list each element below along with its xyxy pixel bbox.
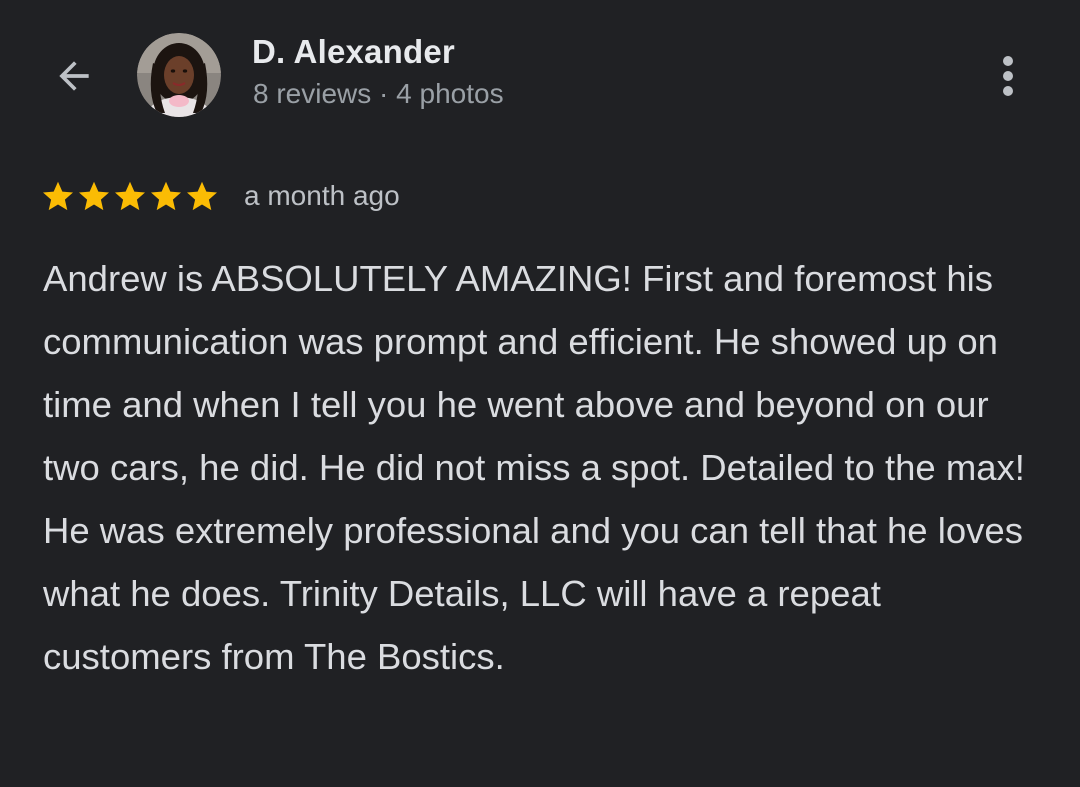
star-rating — [40, 178, 220, 214]
arrow-back-icon — [59, 61, 89, 91]
reviewer-name[interactable]: D. Alexander — [252, 33, 455, 71]
reviewer-photo — [137, 33, 221, 117]
more-options-button[interactable] — [984, 48, 1032, 104]
star-icon — [151, 181, 181, 211]
star-icon — [187, 181, 217, 211]
reviewer-meta: 8 reviews · 4 photos — [253, 78, 504, 109]
star-icon — [115, 181, 145, 211]
more-vert-icon — [1003, 56, 1013, 96]
star-icon — [79, 181, 109, 211]
review-header: D. Alexander 8 reviews · 4 photos — [0, 0, 1080, 150]
rating-row: a month ago — [40, 176, 400, 216]
star-icon — [43, 181, 73, 211]
review-timestamp: a month ago — [244, 180, 400, 211]
review-text: Andrew is ABSOLUTELY AMAZING! First and … — [43, 258, 1025, 677]
back-button[interactable] — [46, 48, 102, 104]
avatar[interactable] — [137, 33, 221, 117]
